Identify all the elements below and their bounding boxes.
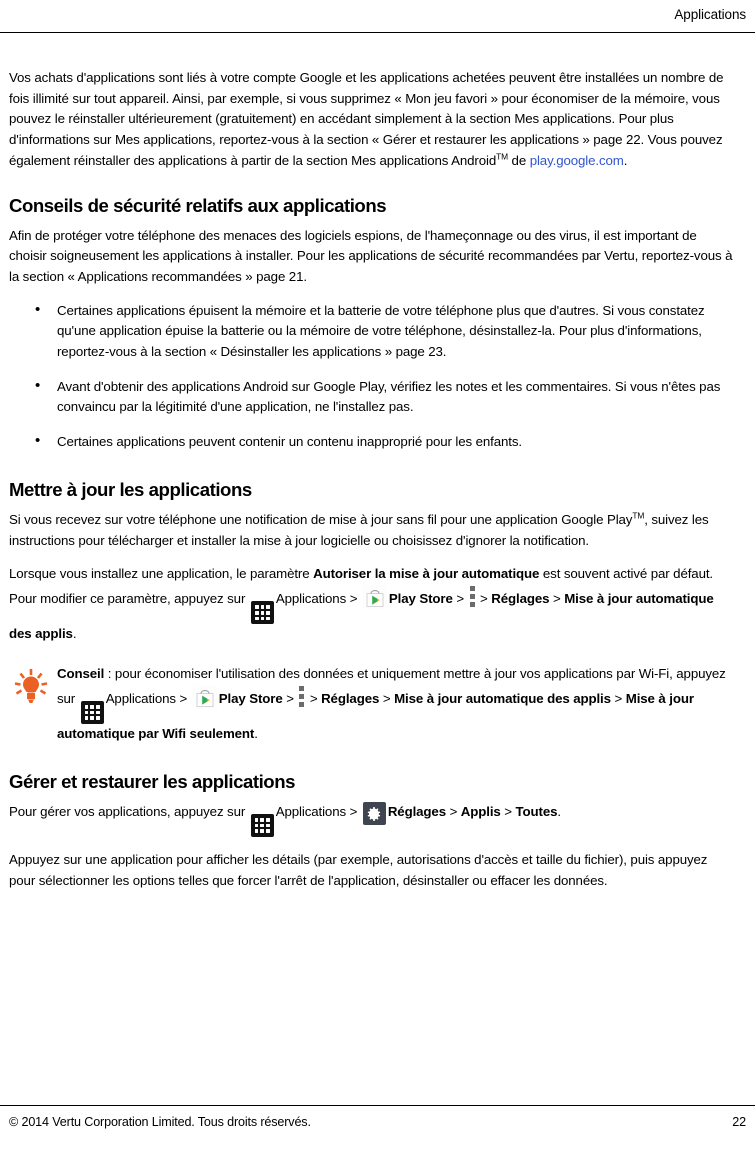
manage-heading: Gérer et restaurer les applications (9, 770, 296, 792)
page-header: Applications (0, 0, 755, 42)
path-separator: > (179, 690, 188, 706)
apps-grid-icon[interactable] (250, 601, 274, 625)
trademark-symbol: TM (632, 510, 645, 521)
play-store-icon[interactable] (362, 584, 387, 609)
path-separator: > (382, 690, 391, 706)
path-separator: > (309, 690, 318, 706)
path-separator: > (349, 590, 358, 606)
sentence-period: . (557, 803, 561, 819)
apps-path-label: Applications (275, 590, 347, 606)
list-item: Avant d'obtenir des applications Android… (9, 376, 737, 418)
path-separator: > (480, 590, 488, 606)
list-item: Certaines applications épuisent la mémoi… (9, 300, 737, 363)
applis-path-label: Applis (460, 803, 501, 819)
path-separator: > (456, 590, 464, 606)
settings-path-label: Réglages (387, 803, 446, 819)
update-heading: Mettre à jour les applications (9, 478, 252, 500)
tip-callout: Conseil : pour économiser l'utilisation … (9, 664, 737, 745)
apps-path-label: Applications (105, 690, 176, 706)
security-bullet-list: Certaines applications épuisent la mémoi… (9, 300, 737, 453)
document-page: Applications Vos achats d'applications s… (0, 0, 755, 1161)
auto-update-path-label: Mise à jour automatique des applis (394, 690, 611, 706)
page-footer: © 2014 Vertu Corporation Limited. Tous d… (0, 1105, 755, 1143)
path-separator: > (614, 690, 623, 706)
manage-lead-in: Pour gérer vos applications, appuyez sur (9, 803, 249, 819)
sentence-period: . (254, 726, 258, 742)
overflow-menu-icon[interactable] (468, 585, 476, 608)
manage-path-paragraph: Pour gérer vos applications, appuyez sur… (9, 802, 737, 838)
overflow-menu-icon[interactable] (298, 685, 306, 708)
gear-icon[interactable] (362, 802, 386, 826)
update-paragraph-2: Lorsque vous installez une application, … (9, 564, 737, 645)
intro-text-part3: . (623, 152, 628, 168)
play-google-link[interactable]: play.google.com (530, 153, 624, 168)
toutes-path-label: Toutes (515, 803, 558, 819)
list-item: Certaines applications peuvent contenir … (9, 431, 737, 453)
security-heading: Conseils de sécurité relatifs aux applic… (9, 194, 387, 216)
copyright-text: © 2014 Vertu Corporation Limited. Tous d… (9, 1115, 311, 1129)
tip-colon: : (104, 666, 115, 681)
apps-grid-icon[interactable] (80, 701, 104, 725)
path-separator: > (286, 690, 294, 706)
play-store-icon[interactable] (192, 684, 217, 709)
intro-paragraph: Vos achats d'applications sont liés à vo… (9, 68, 737, 172)
tip-label: Conseil (57, 666, 105, 681)
security-paragraph: Afin de protéger votre téléphone des men… (9, 227, 733, 284)
path-separator: > (349, 803, 358, 819)
apps-grid-icon[interactable] (250, 814, 274, 838)
manage-paragraph: Appuyez sur une application pour affiche… (9, 852, 708, 888)
play-store-path-label: Play Store (218, 690, 283, 706)
lightbulb-tip-icon (11, 666, 51, 706)
settings-path-label: Réglages (321, 690, 380, 706)
path-separator: > (504, 803, 512, 819)
intro-text-part2: de (507, 152, 530, 168)
footer-row: © 2014 Vertu Corporation Limited. Tous d… (9, 1115, 746, 1129)
tip-line-1: Conseil : pour économiser l'utilisation … (9, 664, 737, 745)
apps-path-label: Applications (275, 803, 346, 819)
settings-path-label: Réglages (491, 590, 550, 606)
update-paragraph-1: Si vous recevez sur votre téléphone une … (9, 510, 737, 551)
play-store-path-label: Play Store (388, 590, 453, 606)
path-separator: > (449, 803, 458, 819)
update-p2-part-a: Lorsque vous installez une application, … (9, 566, 314, 582)
page-number: 22 (732, 1115, 746, 1129)
header-title: Applications (674, 7, 746, 22)
path-separator: > (552, 590, 561, 606)
sentence-period: . (72, 626, 77, 642)
setting-name-bold: Autoriser la mise à jour automatique (313, 566, 540, 582)
trademark-symbol: TM (496, 151, 508, 162)
header-divider (0, 32, 755, 33)
footer-divider (0, 1105, 755, 1106)
update-p1-part-a: Si vous recevez sur votre téléphone une … (9, 511, 633, 527)
page-content: Vos achats d'applications sont liés à vo… (9, 68, 737, 905)
